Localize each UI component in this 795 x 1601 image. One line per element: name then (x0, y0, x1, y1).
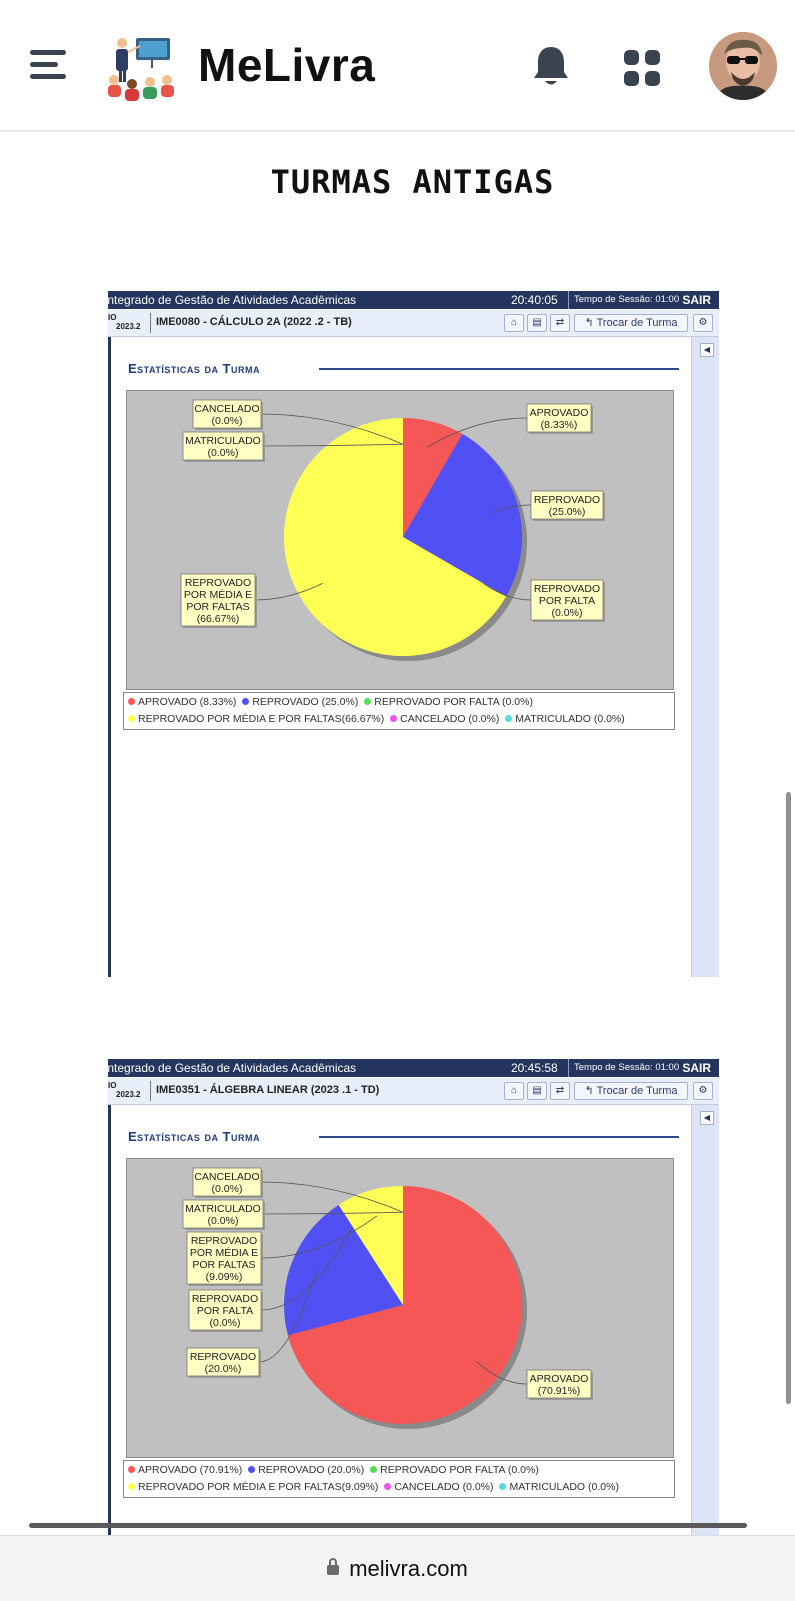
session-timer: Tempo de Sessão: 01:00 (568, 291, 679, 309)
legend-item-cancelado: CANCELADO (0.0%) (390, 713, 499, 725)
legend-item-reprovado-media-faltas: REPROVADO POR MÉDIA E POR FALTAS(66.67%) (128, 713, 384, 725)
home-icon[interactable]: ⌂ (504, 1082, 524, 1100)
legend-item-aprovado: APROVADO (8.33%) (128, 696, 236, 708)
section-title: Estatísticas da Turma (128, 361, 260, 376)
swap-icon[interactable]: ⇄ (550, 1082, 570, 1100)
legend-item-matriculado: MATRICULADO (0.0%) (505, 713, 625, 725)
app-bar: MeLivra (0, 0, 795, 132)
legend-item-reprovado-por-falta: REPROVADO POR FALTA (0.0%) (370, 1464, 539, 1476)
address-bar[interactable]: melivra.com (0, 1556, 795, 1582)
swap-icon[interactable]: ⇄ (550, 314, 570, 332)
collapse-arrow-icon[interactable]: ◀ (700, 343, 714, 357)
course-name: IME0080 - CÁLCULO 2A (2022 .2 - TB) (156, 316, 352, 328)
system-header: Integrado de Gestão de Atividades Acadêm… (108, 1059, 719, 1077)
menu-icon[interactable] (30, 48, 68, 80)
system-header: Integrado de Gestão de Atividades Acadêm… (108, 291, 719, 309)
home-indicator (29, 1523, 747, 1528)
pie-chart-area: APROVADO (8.33%) REPROVADO (25.0%) REPROVADO… (126, 390, 674, 690)
legend-item-aprovado: APROVADO (70.91%) (128, 1464, 242, 1476)
collapse-arrow-icon[interactable]: ◀ (700, 1111, 714, 1125)
trocar-turma-button[interactable]: ↰ Trocar de Turma (574, 1082, 688, 1100)
user-avatar[interactable] (709, 32, 777, 100)
legend-row-2: REPROVADO POR MÉDIA E POR FALTAS(66.67%)… (128, 713, 628, 725)
right-panel: ◀ (691, 1105, 719, 1535)
pie-chart: APROVADO (8.33%)REPROVADO (25.0%)REPROVADO… (180, 399, 605, 661)
settings-icon[interactable]: ⚙ (693, 1082, 713, 1100)
brand-name[interactable]: MeLivra (198, 38, 375, 92)
pie-chart: APROVADO (70.91%)REPROVADO (20.0%)REPROVAD… (182, 1167, 593, 1429)
home-icon[interactable]: ⌂ (504, 314, 524, 332)
settings-icon[interactable]: ⚙ (693, 314, 713, 332)
trocar-turma-button[interactable]: ↰ Trocar de Turma (574, 314, 688, 332)
chart-legend: APROVADO (70.91%) REPROVADO (20.0%) REPR… (123, 1460, 675, 1498)
right-panel: ◀ (691, 337, 719, 977)
class-stats-screenshot-2: Integrado de Gestão de Atividades Acadêm… (108, 1059, 719, 1535)
legend-item-reprovado-por-falta: REPROVADO POR FALTA (0.0%) (364, 696, 533, 708)
chart-legend: APROVADO (8.33%) REPROVADO (25.0%) REPRO… (123, 692, 675, 730)
exit-button[interactable]: SAIR (682, 1059, 711, 1077)
exit-button[interactable]: SAIR (682, 291, 711, 309)
class-stats-screenshot-1: Integrado de Gestão de Atividades Acadêm… (108, 291, 719, 977)
stats-content: Estatísticas da Turma APROVADO (70.91%) RE… (108, 1105, 696, 1535)
legend-item-matriculado: MATRICULADO (0.0%) (499, 1481, 619, 1493)
course-bar: IO 2023.2 IME0080 - CÁLCULO 2A (2022 .2 … (108, 310, 719, 337)
bell-icon[interactable] (531, 44, 571, 88)
legend-row-2: REPROVADO POR MÉDIA E POR FALTAS(9.09%) … (128, 1481, 622, 1493)
legend-row-1: APROVADO (70.91%) REPROVADO (20.0%) REPR… (128, 1464, 542, 1476)
page-title: TURMAS ANTIGAS (270, 163, 555, 201)
session-timer: Tempo de Sessão: 01:00 (568, 1059, 679, 1077)
lock-icon (327, 1558, 340, 1575)
stats-content: Estatísticas da Turma APROVADO (8.33%) REP… (108, 337, 696, 977)
semester: IO 2023.2 (108, 313, 141, 331)
semester: IO 2023.2 (108, 1081, 141, 1099)
print-icon[interactable]: ▤ (527, 1082, 547, 1100)
legend-item-reprovado: REPROVADO (20.0%) (248, 1464, 364, 1476)
section-title: Estatísticas da Turma (128, 1129, 260, 1144)
legend-item-cancelado: CANCELADO (0.0%) (384, 1481, 494, 1493)
clock: 20:40:05 (511, 293, 558, 307)
page-scrollbar[interactable] (786, 792, 791, 1404)
system-name: Integrado de Gestão de Atividades Acadêm… (108, 293, 357, 307)
apps-grid-icon[interactable] (622, 48, 662, 88)
print-icon[interactable]: ▤ (527, 314, 547, 332)
course-bar: IO 2023.2 IME0351 - ÁLGEBRA LINEAR (2023… (108, 1078, 719, 1105)
course-name: IME0351 - ÁLGEBRA LINEAR (2023 .1 - TD) (156, 1084, 380, 1096)
pie-chart-area: APROVADO (70.91%) REPROVADO (20.0%) REPROVAD… (126, 1158, 674, 1458)
legend-item-reprovado-media-faltas: REPROVADO POR MÉDIA E POR FALTAS(9.09%) (128, 1481, 378, 1493)
system-name: Integrado de Gestão de Atividades Acadêm… (108, 1061, 357, 1075)
slice-label: APROVADO (70.91%) (530, 1373, 589, 1397)
legend-item-reprovado: REPROVADO (25.0%) (242, 696, 358, 708)
legend-row-1: APROVADO (8.33%) REPROVADO (25.0%) REPRO… (128, 696, 536, 708)
clock: 20:45:58 (511, 1061, 558, 1075)
teacher-logo-icon[interactable] (106, 34, 176, 102)
url-text: melivra.com (349, 1556, 468, 1581)
